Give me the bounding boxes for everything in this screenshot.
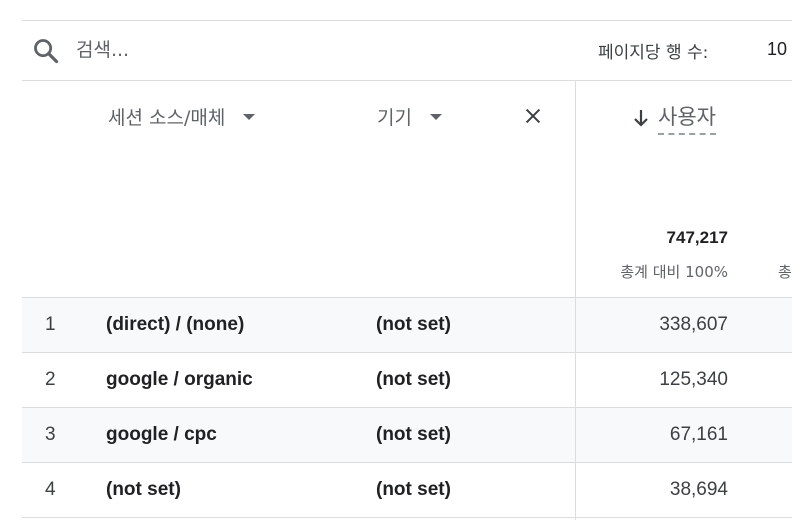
dimension-label: 기기 [377, 107, 412, 129]
source-medium-cell: google / organic [106, 369, 253, 390]
table-body: 1 (direct) / (none) (not set) 338,607 2 … [22, 297, 792, 518]
dimension-selector-device[interactable]: 기기 [377, 103, 442, 130]
table-toolbar: 페이지당 행 수: 10 [22, 21, 792, 79]
row-index: 4 [45, 479, 56, 500]
device-cell: (not set) [376, 479, 451, 500]
dimension-selector-source-medium[interactable]: 세션 소스/매체 [108, 103, 256, 130]
users-cell: 125,340 [659, 369, 728, 390]
rows-per-page-label: 페이지당 행 수: [598, 43, 709, 63]
row-index: 1 [45, 314, 56, 335]
row-index: 3 [45, 424, 56, 445]
device-cell: (not set) [376, 424, 451, 445]
dimension-label: 세션 소스/매체 [108, 107, 226, 129]
table-row[interactable]: 3 google / cpc (not set) 67,161 [22, 407, 792, 462]
users-cell: 38,694 [669, 479, 728, 500]
arrow-down-icon [634, 110, 648, 127]
source-medium-cell: (not set) [106, 479, 181, 500]
caret-down-icon [243, 113, 256, 120]
close-icon[interactable] [522, 105, 544, 127]
row-index: 2 [45, 369, 56, 390]
rows-per-page-select[interactable]: 10 [767, 39, 787, 60]
users-cell: 338,607 [659, 314, 728, 335]
metric-label: 사용자 [658, 101, 716, 135]
table-row[interactable]: 1 (direct) / (none) (not set) 338,607 [22, 297, 792, 352]
next-column-total-partial: 총 [778, 263, 792, 281]
total-percent: 총계 대비 100% [620, 263, 728, 281]
device-cell: (not set) [376, 369, 451, 390]
metric-column-users[interactable]: 사용자 [632, 101, 716, 135]
metric-column-divider [575, 81, 576, 520]
source-medium-cell: google / cpc [106, 424, 217, 445]
source-medium-cell: (direct) / (none) [106, 314, 245, 335]
search-input[interactable] [76, 37, 376, 63]
search-icon[interactable] [32, 37, 60, 65]
table-row[interactable]: 4 (not set) (not set) 38,694 [22, 462, 792, 518]
device-cell: (not set) [376, 314, 451, 335]
table-header: 세션 소스/매체 기기 사용자 747,217 총계 대비 100% 총 [22, 81, 792, 297]
total-users: 747,217 [666, 228, 728, 247]
table-row[interactable]: 2 google / organic (not set) 125,340 [22, 352, 792, 407]
caret-down-icon [429, 113, 442, 120]
users-cell: 67,161 [669, 424, 728, 445]
